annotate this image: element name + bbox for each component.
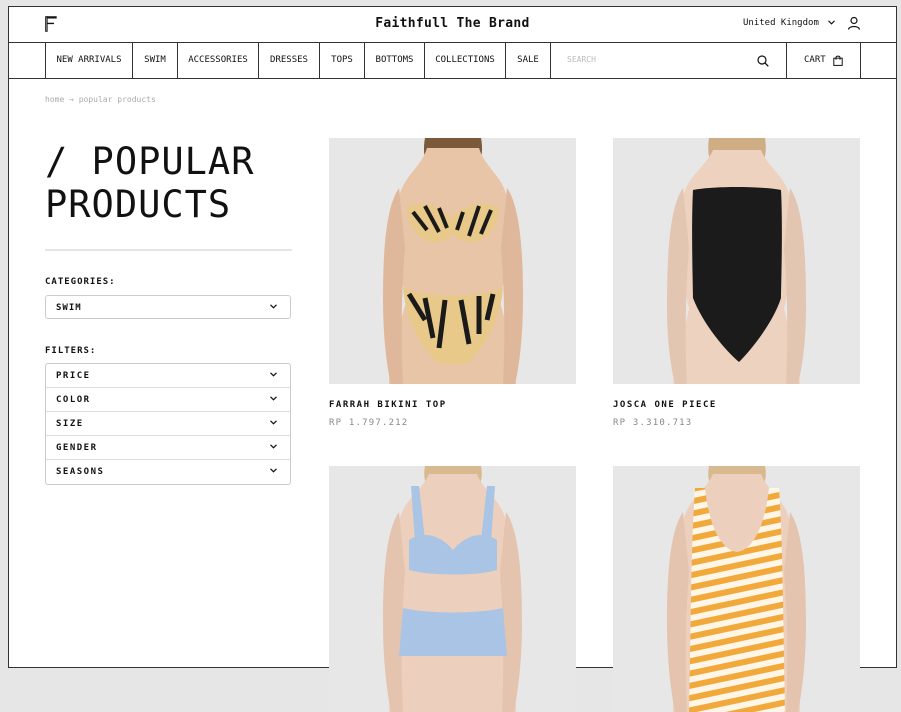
- filter-label: SEASONS: [56, 467, 105, 477]
- filter-price[interactable]: PRICE: [46, 364, 290, 388]
- filter-label: COLOR: [56, 395, 91, 405]
- page-title: / POPULAR PRODUCTS: [45, 140, 255, 226]
- nav-sale[interactable]: SALE: [505, 43, 550, 78]
- product-image[interactable]: [329, 466, 576, 712]
- filter-gender[interactable]: GENDER: [46, 436, 290, 460]
- chevron-down-icon: [828, 20, 836, 25]
- product-card[interactable]: [613, 466, 860, 712]
- nav-accessories[interactable]: ACCESSORIES: [177, 43, 258, 78]
- category-value: SWIM: [56, 303, 82, 313]
- nav-tops[interactable]: TOPS: [319, 43, 364, 78]
- chevron-down-icon: [270, 372, 277, 377]
- product-image[interactable]: [329, 138, 576, 384]
- main-nav: NEW ARRIVALS SWIM ACCESSORIES DRESSES TO…: [9, 43, 896, 79]
- nav-collections[interactable]: COLLECTIONS: [424, 43, 505, 78]
- chevron-down-icon: [270, 304, 277, 309]
- product-name[interactable]: JOSCA ONE PIECE: [613, 400, 717, 410]
- filter-color[interactable]: COLOR: [46, 388, 290, 412]
- product-name[interactable]: FARRAH BIKINI TOP: [329, 400, 447, 410]
- nav-dresses[interactable]: DRESSES: [258, 43, 319, 78]
- filter-label: GENDER: [56, 443, 98, 453]
- product-card[interactable]: [329, 466, 576, 712]
- product-image[interactable]: [613, 466, 860, 712]
- country-label: United Kingdom: [743, 18, 819, 28]
- filter-size[interactable]: SIZE: [46, 412, 290, 436]
- nav-swim[interactable]: SWIM: [132, 43, 177, 78]
- nav-bottoms[interactable]: BOTTOMS: [364, 43, 424, 78]
- search-icon[interactable]: [757, 55, 769, 67]
- search-input[interactable]: [565, 54, 749, 65]
- filters-label: FILTERS:: [45, 346, 97, 356]
- filter-label: SIZE: [56, 419, 84, 429]
- categories-label: CATEGORIES:: [45, 277, 116, 287]
- product-card[interactable]: JOSCA ONE PIECE RP 3.310.713: [613, 138, 860, 438]
- chevron-down-icon: [270, 468, 277, 473]
- user-icon[interactable]: [847, 16, 861, 30]
- shopping-bag-icon: [833, 55, 843, 66]
- filter-label: PRICE: [56, 371, 91, 381]
- top-bar: Faithfull The Brand United Kingdom: [9, 7, 896, 43]
- chevron-down-icon: [270, 444, 277, 449]
- filters-list: PRICE COLOR SIZE GENDER SEASONS: [45, 363, 291, 485]
- product-price: RP 1.797.212: [329, 418, 409, 428]
- cart-label: CART: [804, 55, 826, 65]
- product-card[interactable]: FARRAH BIKINI TOP RP 1.797.212: [329, 138, 576, 438]
- nav-new-arrivals[interactable]: NEW ARRIVALS: [45, 43, 132, 78]
- chevron-down-icon: [270, 396, 277, 401]
- title-divider: [45, 249, 292, 251]
- page-frame: Faithfull The Brand United Kingdom NEW A…: [8, 6, 897, 712]
- search-box: [550, 43, 786, 78]
- chevron-down-icon: [270, 420, 277, 425]
- category-select[interactable]: SWIM: [45, 295, 291, 319]
- breadcrumb[interactable]: home → popular products: [45, 95, 156, 104]
- country-selector[interactable]: United Kingdom: [743, 18, 836, 28]
- product-image[interactable]: [613, 138, 860, 384]
- filter-seasons[interactable]: SEASONS: [46, 460, 290, 484]
- product-price: RP 3.310.713: [613, 418, 693, 428]
- cart-button[interactable]: CART: [786, 43, 861, 78]
